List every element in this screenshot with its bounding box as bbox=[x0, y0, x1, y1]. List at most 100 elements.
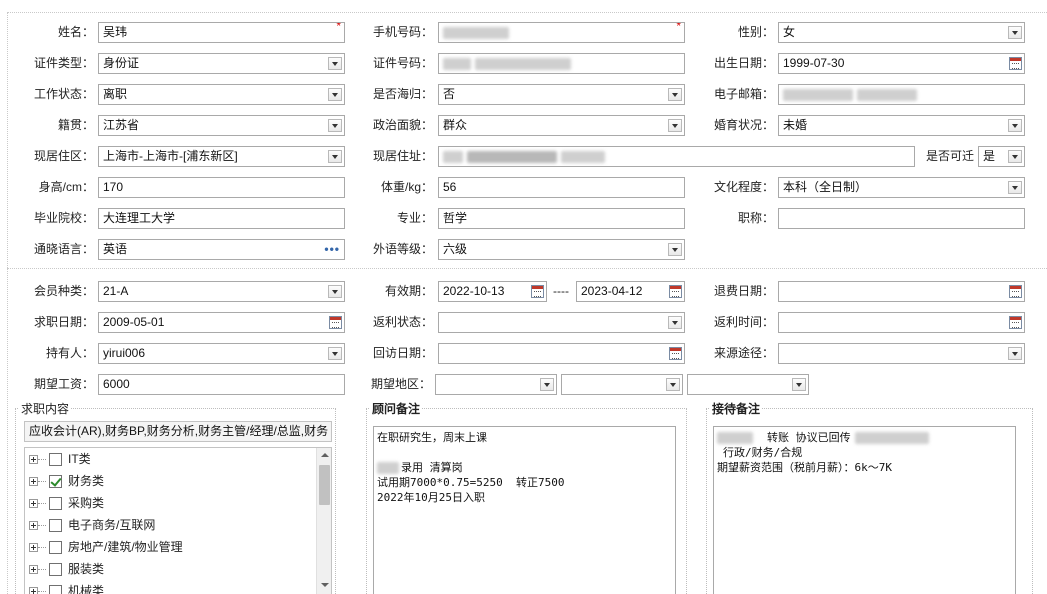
id-number-field[interactable] bbox=[438, 53, 685, 74]
chevron-down-icon[interactable] bbox=[1008, 181, 1022, 194]
residence-area-select[interactable]: 上海市-上海市-[浦东新区] bbox=[98, 146, 345, 167]
refund-date-field[interactable] bbox=[778, 281, 1025, 302]
school-field[interactable]: 大连理工大学 bbox=[98, 208, 345, 229]
scroll-up-icon[interactable] bbox=[317, 448, 331, 463]
calendar-icon[interactable] bbox=[1009, 285, 1022, 298]
email-field[interactable] bbox=[778, 84, 1025, 105]
revisit-date-field[interactable] bbox=[438, 343, 685, 364]
chevron-down-icon[interactable] bbox=[668, 316, 682, 329]
chevron-down-icon[interactable] bbox=[666, 378, 680, 391]
tree-item-it[interactable]: IT类 bbox=[25, 448, 315, 470]
id-type-select[interactable]: 身份证 bbox=[98, 53, 345, 74]
tree-scrollbar[interactable] bbox=[316, 448, 331, 594]
residence-area-label: 现居住区： bbox=[33, 149, 94, 163]
expected-area-district[interactable] bbox=[687, 374, 809, 395]
chevron-down-icon[interactable] bbox=[792, 378, 806, 391]
checkbox-icon[interactable] bbox=[49, 497, 62, 510]
checkbox-icon[interactable] bbox=[49, 475, 62, 488]
scrollbar-thumb[interactable] bbox=[319, 465, 330, 505]
valid-start-field[interactable]: 2022-10-13 bbox=[438, 281, 547, 302]
chevron-down-icon[interactable] bbox=[668, 243, 682, 256]
returnee-select[interactable]: 否 bbox=[438, 84, 685, 105]
plus-icon[interactable] bbox=[29, 587, 38, 594]
title-field[interactable] bbox=[778, 208, 1025, 229]
note-line: 录用 清算岗 bbox=[377, 460, 672, 475]
expected-salary-field[interactable]: 6000 bbox=[98, 374, 345, 395]
calendar-icon[interactable] bbox=[1009, 316, 1022, 329]
plus-icon[interactable] bbox=[29, 499, 38, 508]
ellipsis-icon[interactable]: ••• bbox=[324, 243, 340, 255]
checkbox-icon[interactable] bbox=[49, 453, 62, 466]
chevron-down-icon[interactable] bbox=[328, 57, 342, 70]
foreign-level-select[interactable]: 六级 bbox=[438, 239, 685, 260]
checkbox-icon[interactable] bbox=[49, 585, 62, 594]
tree-item-apparel[interactable]: 服装类 bbox=[25, 558, 315, 580]
valid-end-field[interactable]: 2023-04-12 bbox=[576, 281, 685, 302]
consultant-notes-textarea[interactable]: 在职研究生，周末上课 录用 清算岗 试用期7000*0.75=5250 转正75… bbox=[373, 426, 676, 594]
mobile-label: 手机号码： bbox=[372, 25, 433, 39]
chevron-down-icon[interactable] bbox=[668, 88, 682, 101]
weight-field[interactable]: 56 bbox=[438, 177, 685, 198]
political-select[interactable]: 群众 bbox=[438, 115, 685, 136]
tree-item-finance[interactable]: 财务类 bbox=[25, 470, 315, 492]
expected-area-city[interactable] bbox=[561, 374, 683, 395]
tree-item-ecommerce[interactable]: 电子商务/互联网 bbox=[25, 514, 315, 536]
checkbox-icon[interactable] bbox=[49, 563, 62, 576]
language-field[interactable]: 英语 ••• bbox=[98, 239, 345, 260]
calendar-icon[interactable] bbox=[669, 347, 682, 360]
calendar-icon[interactable] bbox=[531, 285, 544, 298]
source-select[interactable] bbox=[778, 343, 1025, 364]
rebate-time-field[interactable] bbox=[778, 312, 1025, 333]
chevron-down-icon[interactable] bbox=[1008, 347, 1022, 360]
calendar-icon[interactable] bbox=[1009, 57, 1022, 70]
work-status-select[interactable]: 离职 bbox=[98, 84, 345, 105]
calendar-icon[interactable] bbox=[669, 285, 682, 298]
chevron-down-icon[interactable] bbox=[328, 347, 342, 360]
email-label: 电子邮箱： bbox=[713, 87, 774, 101]
job-content-selected[interactable]: 应收会计(AR),财务BP,财务分析,财务主管/经理/总监,财务 bbox=[24, 421, 332, 442]
native-place-select[interactable]: 江苏省 bbox=[98, 115, 345, 136]
gender-select[interactable]: 女 bbox=[778, 22, 1025, 43]
calendar-icon[interactable] bbox=[329, 316, 342, 329]
tree-item-realestate[interactable]: 房地产/建筑/物业管理 bbox=[25, 536, 315, 558]
chevron-down-icon[interactable] bbox=[1008, 150, 1022, 163]
transfer-select[interactable]: 是 bbox=[978, 146, 1025, 167]
chevron-down-icon[interactable] bbox=[540, 378, 554, 391]
birth-date-field[interactable]: 1999-07-30 bbox=[778, 53, 1025, 74]
tree-item-purchasing[interactable]: 采购类 bbox=[25, 492, 315, 514]
name-field[interactable]: 吴玮 * bbox=[98, 22, 345, 43]
work-status-value: 离职 bbox=[103, 87, 128, 101]
checkbox-icon[interactable] bbox=[49, 519, 62, 532]
redacted-value bbox=[443, 26, 509, 39]
plus-icon[interactable] bbox=[29, 565, 38, 574]
plus-icon[interactable] bbox=[29, 543, 38, 552]
marital-select[interactable]: 未婚 bbox=[778, 115, 1025, 136]
reception-notes-textarea[interactable]: 转账 协议已回传 行政/财务/合规 期望薪资范围（税前月薪）：6k～7K bbox=[713, 426, 1016, 594]
height-field[interactable]: 170 bbox=[98, 177, 345, 198]
tree-item-machinery[interactable]: 机械类 bbox=[25, 580, 315, 594]
mobile-field[interactable]: * bbox=[438, 22, 685, 43]
residence-addr-field[interactable] bbox=[438, 146, 915, 167]
expected-area-province[interactable] bbox=[435, 374, 557, 395]
member-type-select[interactable]: 21-A bbox=[98, 281, 345, 302]
chevron-down-icon[interactable] bbox=[328, 285, 342, 298]
chevron-down-icon[interactable] bbox=[328, 150, 342, 163]
chevron-down-icon[interactable] bbox=[668, 119, 682, 132]
residence-addr-label: 现居住址： bbox=[372, 149, 433, 163]
chevron-down-icon[interactable] bbox=[1008, 119, 1022, 132]
plus-icon[interactable] bbox=[29, 455, 38, 464]
chevron-down-icon[interactable] bbox=[1008, 26, 1022, 39]
checkbox-icon[interactable] bbox=[49, 541, 62, 554]
holder-value: yirui006 bbox=[103, 346, 146, 360]
education-value: 本科（全日制） bbox=[783, 180, 868, 194]
chevron-down-icon[interactable] bbox=[328, 88, 342, 101]
education-select[interactable]: 本科（全日制） bbox=[778, 177, 1025, 198]
plus-icon[interactable] bbox=[29, 477, 38, 486]
holder-select[interactable]: yirui006 bbox=[98, 343, 345, 364]
major-field[interactable]: 哲学 bbox=[438, 208, 685, 229]
plus-icon[interactable] bbox=[29, 521, 38, 530]
rebate-status-select[interactable] bbox=[438, 312, 685, 333]
job-date-field[interactable]: 2009-05-01 bbox=[98, 312, 345, 333]
scroll-down-icon[interactable] bbox=[317, 578, 331, 593]
chevron-down-icon[interactable] bbox=[328, 119, 342, 132]
